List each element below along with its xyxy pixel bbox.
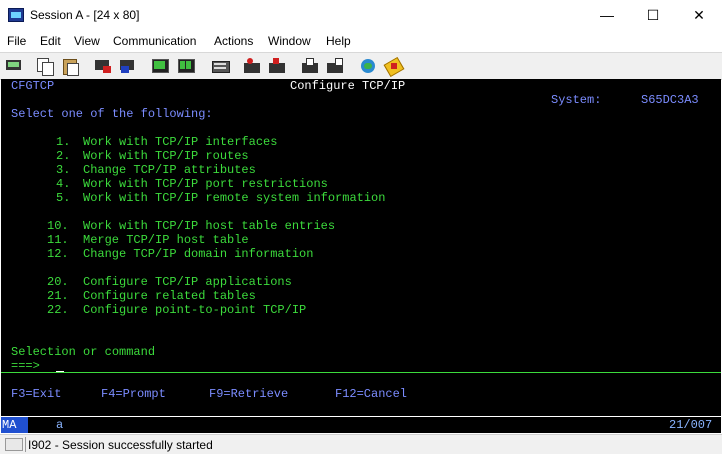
command-input-underline[interactable] — [1, 372, 721, 373]
cursor-position: 21/007 — [669, 418, 713, 432]
menu-communication[interactable]: Communication — [113, 34, 196, 48]
program-name: CFGTCP — [11, 79, 55, 93]
menu-option[interactable]: Work with TCP/IP remote system informati… — [83, 191, 385, 205]
option-number: 4. — [56, 177, 71, 191]
play-macro-icon[interactable] — [301, 57, 319, 75]
option-number: 5. — [56, 191, 71, 205]
fkey-f3[interactable]: F3=Exit — [11, 387, 61, 401]
run-macro-icon[interactable] — [326, 57, 344, 75]
command-arrow: ===> — [11, 359, 40, 373]
status-bar: I902 - Session successfully started — [0, 434, 722, 454]
send-icon[interactable] — [94, 57, 112, 75]
record-macro-icon[interactable] — [243, 57, 261, 75]
stop-macro-icon[interactable] — [268, 57, 286, 75]
minimize-button[interactable]: — — [584, 0, 630, 30]
window-title: Session A - [24 x 80] — [30, 8, 140, 22]
menu-help[interactable]: Help — [326, 34, 351, 48]
operator-info-area: MA a 21/007 — [1, 417, 721, 433]
title-bar: Session A - [24 x 80] — ☐ ✕ — [0, 0, 722, 30]
status-separator — [25, 437, 26, 452]
system-label: System: — [551, 93, 602, 107]
macro-icon[interactable] — [211, 57, 230, 75]
option-number: 1. — [56, 135, 71, 149]
menu-option[interactable]: Change TCP/IP attributes — [83, 163, 256, 177]
menu-option[interactable]: Configure related tables — [83, 289, 256, 303]
option-number: 21. — [47, 289, 69, 303]
status-message: I902 - Session successfully started — [28, 438, 213, 452]
system-name: S65DC3A3 — [641, 93, 699, 107]
menu-file[interactable]: File — [7, 34, 26, 48]
select-prompt: Select one of the following: — [11, 107, 213, 121]
app-icon — [8, 8, 24, 22]
receive-icon[interactable] — [119, 57, 137, 75]
selection-label: Selection or command — [11, 345, 156, 359]
option-number: 10. — [47, 219, 69, 233]
menu-option[interactable]: Work with TCP/IP interfaces — [83, 135, 277, 149]
keypad-icon[interactable] — [177, 57, 195, 75]
fkey-f9[interactable]: F9=Retrieve — [209, 387, 288, 401]
menu-view[interactable]: View — [74, 34, 100, 48]
option-number: 3. — [56, 163, 71, 177]
menu-option[interactable]: Work with TCP/IP host table entries — [83, 219, 335, 233]
menu-option[interactable]: Work with TCP/IP port restrictions — [83, 177, 328, 191]
session-status-icon — [5, 438, 23, 451]
option-number: 12. — [47, 247, 69, 261]
terminal-screen[interactable]: CFGTCP Configure TCP/IP System: S65DC3A3… — [1, 79, 721, 416]
menu-option[interactable]: Change TCP/IP domain information — [83, 247, 313, 261]
copy-icon[interactable] — [36, 57, 54, 76]
menu-option[interactable]: Merge TCP/IP host table — [83, 233, 249, 247]
maximize-button[interactable]: ☐ — [630, 0, 676, 30]
support-icon[interactable] — [359, 57, 377, 75]
option-number: 11. — [47, 233, 69, 247]
fkey-f12[interactable]: F12=Cancel — [335, 387, 407, 401]
oia-mode: MA — [1, 417, 28, 433]
menu-window[interactable]: Window — [268, 34, 311, 48]
screen-title: Configure TCP/IP — [290, 79, 406, 93]
menu-option[interactable]: Work with TCP/IP routes — [83, 149, 249, 163]
option-number: 2. — [56, 149, 71, 163]
display-icon[interactable] — [151, 57, 169, 75]
paste-icon[interactable] — [61, 57, 79, 76]
toolbar — [0, 52, 722, 80]
option-number: 20. — [47, 275, 69, 289]
customize-icon[interactable] — [383, 56, 405, 78]
fkey-f4[interactable]: F4=Prompt — [101, 387, 166, 401]
oia-indicator: a — [56, 418, 64, 432]
print-screen-icon[interactable] — [5, 57, 23, 75]
menu-option[interactable]: Configure TCP/IP applications — [83, 275, 292, 289]
menu-bar: File Edit View Communication Actions Win… — [0, 31, 722, 51]
menu-actions[interactable]: Actions — [214, 34, 253, 48]
menu-option[interactable]: Configure point-to-point TCP/IP — [83, 303, 306, 317]
menu-edit[interactable]: Edit — [40, 34, 61, 48]
close-button[interactable]: ✕ — [676, 0, 722, 30]
option-number: 22. — [47, 303, 69, 317]
